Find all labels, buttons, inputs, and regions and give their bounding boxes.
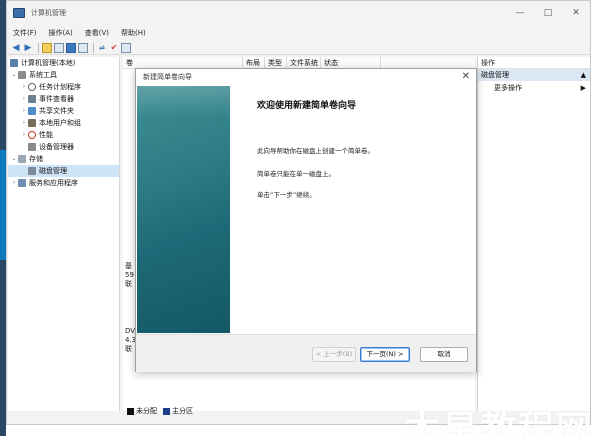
console-tree-icon[interactable]	[54, 42, 64, 53]
performance-icon	[28, 131, 36, 139]
wizard-title: 新建简单卷向导	[143, 73, 192, 81]
disk-0-type: 基	[125, 262, 132, 270]
close-button[interactable]: ✕	[562, 1, 590, 25]
chevron-right-icon[interactable]: ›	[20, 117, 28, 129]
disk-icon	[28, 167, 36, 175]
chevron-down-icon[interactable]: ⌄	[10, 69, 18, 81]
submenu-arrow-icon: ▶	[580, 84, 586, 92]
chevron-right-icon[interactable]: ›	[20, 93, 28, 105]
next-button[interactable]: 下一页(N) >	[360, 347, 410, 362]
more-actions-item[interactable]: 更多操作 ▶	[478, 81, 590, 95]
wizard-paragraph-3: 单击“下一步”继续。	[257, 191, 316, 199]
site-watermark: 木星教程网	[404, 409, 595, 436]
tree-item-shared-folders[interactable]: › 共享文件夹	[8, 105, 119, 117]
minimize-button[interactable]: —	[506, 1, 534, 25]
menu-help[interactable]: 帮助(H)	[115, 28, 152, 38]
unallocated-swatch	[127, 407, 134, 415]
tree-item-disk-management[interactable]: 磁盘管理	[8, 165, 119, 177]
tree-item-label: 本地用户和组	[39, 119, 81, 127]
shared-folder-icon	[28, 107, 36, 115]
chevron-right-icon[interactable]: ›	[20, 105, 28, 117]
tree-item-services-apps[interactable]: › 服务和应用程序	[8, 177, 119, 189]
checkmark-icon[interactable]: ✔	[109, 42, 119, 54]
tree-item-performance[interactable]: › 性能	[8, 129, 119, 141]
actions-section-label: 磁盘管理	[481, 71, 509, 79]
menu-view[interactable]: 查看(V)	[79, 28, 115, 38]
tree-item-label: 设备管理器	[39, 143, 74, 151]
disk-0-status: 联	[125, 280, 132, 288]
view-icon[interactable]	[121, 42, 131, 53]
tree-item-label: 系统工具	[29, 71, 57, 79]
banner-highlight	[137, 86, 230, 116]
toolbar-separator	[93, 42, 94, 53]
tree-item-label: 存储	[29, 155, 43, 163]
chevron-right-icon[interactable]: ›	[20, 81, 28, 93]
forward-arrow-icon[interactable]: ▶	[23, 42, 33, 54]
actions-section-disk-management[interactable]: 磁盘管理 ▲	[478, 69, 590, 81]
wizard-heading: 欢迎使用新建简单卷向导	[257, 101, 357, 111]
event-viewer-icon	[28, 95, 36, 103]
wizard-title-bar: 新建简单卷向导 ✕	[136, 69, 476, 85]
back-button[interactable]: < 上一步(B)	[312, 347, 356, 362]
legend-primary: 主分区	[172, 407, 193, 415]
toolbar-separator	[38, 42, 39, 53]
storage-icon	[18, 155, 26, 163]
tree-item-label: 计算机管理(本地)	[21, 59, 76, 67]
collapse-arrow-icon[interactable]: ▲	[581, 69, 586, 81]
title-bar: 计算机管理 — □ ✕	[7, 1, 590, 25]
tree-item-device-manager[interactable]: 设备管理器	[8, 141, 119, 153]
legend-unallocated: 未分配	[136, 407, 157, 415]
primary-swatch	[163, 407, 170, 415]
computer-management-icon	[13, 8, 25, 18]
clock-icon	[28, 83, 36, 91]
chevron-right-icon[interactable]: ›	[20, 129, 28, 141]
menu-bar: 文件(F) 操作(A) 查看(V) 帮助(H)	[7, 27, 152, 39]
tree-item-event-viewer[interactable]: › 事件查看器	[8, 93, 119, 105]
tree-item-root[interactable]: 计算机管理(本地)	[8, 57, 119, 69]
users-icon	[28, 119, 36, 127]
tree-item-label: 任务计划程序	[39, 83, 81, 91]
maximize-button[interactable]: □	[534, 1, 562, 25]
new-simple-volume-wizard: 新建简单卷向导 ✕ 欢迎使用新建简单卷向导 此向导帮助你在磁盘上创建一个简单卷。…	[135, 68, 477, 372]
tree-item-task-scheduler[interactable]: › 任务计划程序	[8, 81, 119, 93]
tree-item-label: 服务和应用程序	[29, 179, 78, 187]
tree-item-local-users[interactable]: › 本地用户和组	[8, 117, 119, 129]
back-arrow-icon[interactable]: ◀	[11, 42, 21, 54]
wizard-paragraph-2: 简单卷只能在单一磁盘上。	[257, 170, 335, 178]
partition-legend: 未分配 主分区	[127, 406, 193, 416]
disk-0-size: 59	[125, 271, 134, 279]
toolbar: ◀ ▶ ⇌ ✔	[7, 41, 590, 55]
computer-icon	[10, 59, 18, 67]
device-manager-icon	[28, 143, 36, 151]
chevron-right-icon[interactable]: ›	[10, 177, 18, 189]
wizard-banner-image	[137, 86, 230, 333]
tree-item-system-tools[interactable]: ⌄ 系统工具	[8, 69, 119, 81]
tools-icon	[18, 71, 26, 79]
help-icon[interactable]	[66, 42, 76, 53]
connect-icon[interactable]: ⇌	[97, 42, 107, 54]
tree-item-label: 磁盘管理	[39, 167, 67, 175]
menu-file[interactable]: 文件(F)	[7, 28, 43, 38]
disk-0-label: 基 59 联	[125, 262, 134, 289]
cancel-button[interactable]: 取消	[420, 347, 468, 362]
wizard-footer: < 上一步(B) 下一页(N) > 取消	[136, 334, 476, 372]
window-controls: — □ ✕	[506, 1, 590, 25]
chevron-down-icon[interactable]: ⌄	[10, 153, 18, 165]
properties-icon[interactable]	[78, 42, 88, 53]
wizard-close-icon[interactable]: ✕	[462, 71, 470, 82]
menu-action[interactable]: 操作(A)	[43, 28, 79, 38]
tree-item-label: 性能	[39, 131, 53, 139]
services-icon	[18, 179, 26, 187]
tree-item-label: 事件查看器	[39, 95, 74, 103]
actions-pane: 操作 磁盘管理 ▲ 更多操作 ▶	[477, 57, 590, 411]
more-actions-label: 更多操作	[494, 84, 522, 92]
window-title: 计算机管理	[31, 9, 66, 17]
wizard-paragraph-1: 此向导帮助你在磁盘上创建一个简单卷。	[257, 147, 374, 155]
tree-item-label: 共享文件夹	[39, 107, 74, 115]
up-folder-icon[interactable]	[42, 42, 52, 53]
console-tree: 计算机管理(本地) ⌄ 系统工具 › 任务计划程序 › 事件查看器 › 共享文件…	[8, 57, 120, 411]
tree-item-storage[interactable]: ⌄ 存储	[8, 153, 119, 165]
actions-header: 操作	[478, 57, 590, 69]
